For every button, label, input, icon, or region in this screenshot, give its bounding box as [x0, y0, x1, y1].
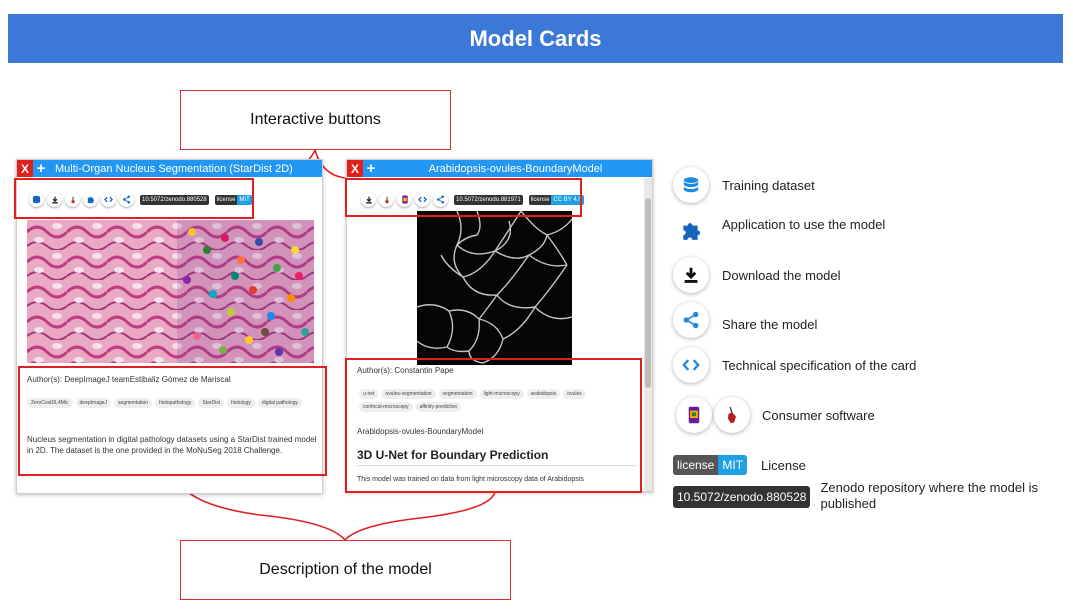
model-cover-image: [27, 220, 314, 363]
close-button[interactable]: X: [17, 160, 33, 177]
legend-share-label: Share the model: [722, 316, 818, 332]
connector-bottom-right: [344, 491, 496, 541]
doi-badge: 10.5072/zenodo.880528: [673, 486, 811, 508]
legend-zenodo-label: Zenodo repository where the model is pub…: [820, 480, 1038, 511]
legend-zenodo: 10.5072/zenodo.880528 Zenodo repository …: [673, 480, 1048, 512]
close-button[interactable]: X: [347, 160, 363, 177]
ilastik-button: [676, 397, 712, 433]
deepimagej-icon: [728, 406, 736, 424]
download-icon: [684, 267, 698, 283]
figure-root: Model Cards Interactive buttons X + Mult…: [0, 0, 1073, 615]
license-badge-value: MIT: [718, 455, 748, 475]
legend-spec-button: [673, 347, 709, 383]
license-badge-key: license: [673, 455, 719, 475]
highlight-toolbar-card2: [345, 178, 582, 217]
add-button[interactable]: +: [33, 160, 49, 177]
legend-license: license MIT License: [673, 455, 806, 475]
ilastik-icon: [688, 406, 700, 424]
card-title: Multi-Organ Nucleus Segmentation (StarDi…: [55, 162, 293, 175]
legend-training-dataset-label: Training dataset: [722, 177, 815, 193]
model-cover-image: [417, 211, 572, 365]
legend-share-button: [673, 302, 709, 338]
card-scrollbar-thumb[interactable]: [645, 198, 651, 388]
legend-spec: Technical specification of the card: [673, 347, 916, 383]
database-icon: [683, 177, 699, 193]
legend-download: Download the model: [673, 257, 841, 293]
card-scrollbar[interactable]: [644, 178, 652, 491]
add-button[interactable]: +: [363, 160, 379, 177]
legend-download-label: Download the model: [722, 267, 841, 283]
highlight-description-card2: [345, 358, 642, 493]
share-icon: [683, 311, 699, 329]
license-badge: license MIT: [673, 455, 748, 475]
callout-description-label: Description of the model: [259, 561, 432, 578]
puzzle-icon: [683, 223, 701, 240]
legend-training-dataset-button: [673, 167, 709, 203]
legend-application-button: [673, 212, 709, 248]
card-header: X + Multi-Organ Nucleus Segmentation (St…: [17, 160, 322, 177]
highlight-toolbar-card1: [14, 178, 254, 219]
highlight-description-card1: [18, 366, 327, 476]
legend-training-dataset: Training dataset: [673, 167, 815, 203]
legend-application-label: Application to use the model: [722, 216, 886, 232]
card-header: X + Arabidopsis-ovules-BoundaryModel: [347, 160, 652, 177]
legend-application: Application to use the model: [673, 212, 885, 248]
legend-spec-label: Technical specification of the card: [722, 357, 917, 373]
legend-share: Share the model: [673, 302, 817, 338]
card-title: Arabidopsis-ovules-BoundaryModel: [428, 162, 603, 175]
legend-download-button: [673, 257, 709, 293]
deepimagej-button: [714, 397, 750, 433]
legend-license-label: License: [761, 457, 806, 473]
legend-consumer-label: Consumer software: [762, 407, 875, 423]
callout-description: Description of the model: [180, 540, 511, 600]
legend-consumer: Consumer software: [676, 397, 875, 433]
code-icon: [682, 359, 700, 371]
